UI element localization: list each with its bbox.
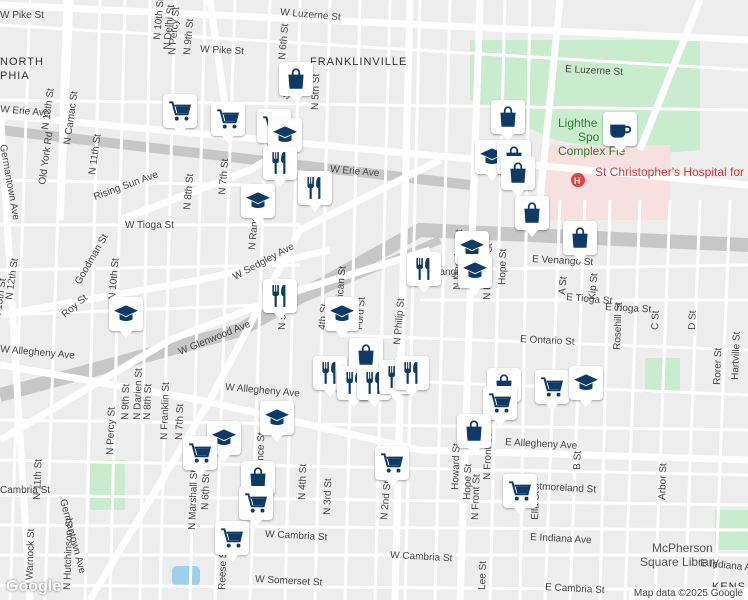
school-icon (462, 258, 488, 284)
shopping-cart-icon (219, 525, 245, 551)
restaurant-icon (267, 283, 293, 309)
school-icon (329, 301, 355, 327)
map-marker-shopping-bag[interactable] (279, 62, 313, 103)
shopping-bag-icon (519, 200, 545, 226)
school-icon (113, 301, 139, 327)
school-icon (272, 122, 298, 148)
street-label: Hartville St (730, 331, 743, 380)
map-marker-restaurant[interactable] (298, 171, 332, 212)
map-marker-restaurant[interactable] (407, 252, 441, 293)
street-label: Rosehill St (612, 302, 625, 350)
street-label: N 4th St (297, 463, 309, 500)
map-marker-coffee[interactable] (603, 112, 637, 153)
water (172, 566, 200, 586)
street-label: C St (650, 310, 662, 330)
street-label: Cambria St (0, 485, 50, 496)
street-label: B St (572, 451, 584, 470)
restaurant-icon (302, 175, 328, 201)
map-marker-school[interactable] (109, 297, 143, 338)
map-marker-restaurant[interactable] (263, 146, 297, 187)
map-marker-school[interactable] (241, 184, 275, 225)
map-marker-shopping-bag[interactable] (501, 156, 535, 197)
map-marker-restaurant[interactable] (263, 279, 297, 320)
shopping-bag-icon (283, 66, 309, 92)
shopping-bag-icon (505, 160, 531, 186)
street-label: N 9th St (120, 383, 132, 420)
map-marker-school[interactable] (458, 254, 492, 295)
street-label: Howard St (450, 443, 463, 490)
map-marker-restaurant[interactable] (395, 356, 429, 397)
poi-label: Spo (578, 130, 600, 144)
street-label: N Front St (470, 474, 483, 520)
street-label: W Pike St (200, 44, 245, 57)
area-label: NORTH (0, 56, 44, 68)
shopping-cart-icon (507, 478, 533, 504)
map-marker-shopping-bag[interactable] (457, 414, 491, 455)
map-marker-shopping-cart[interactable] (239, 486, 273, 527)
map-attribution[interactable]: Map data ©2025 Google (628, 587, 748, 600)
street-label: N Franklin St (159, 382, 172, 440)
park (90, 460, 125, 510)
street-label: W Tioga St (125, 220, 174, 231)
school-icon (573, 370, 599, 396)
street-label: Rorer St (712, 347, 724, 385)
shopping-cart-icon (539, 374, 565, 400)
street-label: N Percy St (105, 407, 118, 455)
map-marker-shopping-bag[interactable] (491, 100, 525, 141)
map-marker-shopping-cart[interactable] (163, 94, 197, 135)
hospital-label: St Christopher's Hospital for Children (595, 165, 748, 179)
map-marker-shopping-cart[interactable] (215, 521, 249, 562)
restaurant-icon (267, 150, 293, 176)
shopping-bag-icon (567, 225, 593, 251)
shopping-bag-icon (461, 418, 487, 444)
shopping-cart-icon (167, 98, 193, 124)
street-label: Hope St (497, 248, 509, 285)
map-marker-shopping-cart[interactable] (211, 102, 245, 143)
street-label: D St (687, 310, 699, 330)
map-marker-shopping-cart[interactable] (535, 370, 569, 411)
shopping-cart-icon (215, 106, 241, 132)
shopping-cart-icon (379, 450, 405, 476)
area-label: PHIA (0, 70, 30, 82)
google-logo: Google (6, 578, 62, 595)
street-label: N Marshall St (187, 470, 200, 531)
street-label: N 7th St (174, 403, 186, 440)
school-icon (245, 188, 271, 214)
street-label: Lee St (477, 561, 489, 590)
school-icon (264, 405, 290, 431)
shopping-cart-icon (187, 440, 213, 466)
restaurant-icon (399, 360, 425, 386)
svg-text:H: H (574, 176, 581, 186)
poi-label: McPherson (652, 541, 713, 555)
area-label: FRANKLINVILLE (310, 56, 407, 68)
street-label: N 6th St (200, 473, 212, 510)
coffee-icon (607, 116, 633, 142)
shopping-cart-icon (243, 490, 269, 516)
shopping-cart-icon (487, 390, 513, 416)
map-marker-school[interactable] (569, 366, 603, 407)
street-label: W Pike St (0, 10, 44, 21)
restaurant-icon (411, 256, 437, 282)
map-marker-shopping-bag[interactable] (515, 196, 549, 237)
shopping-bag-icon (495, 104, 521, 130)
map-marker-school[interactable] (260, 401, 294, 442)
map-marker-shopping-cart[interactable] (183, 436, 217, 477)
map-marker-school[interactable] (325, 297, 359, 338)
shopping-bag-icon (353, 342, 379, 368)
poi-label: Lighthe (558, 116, 598, 130)
street-label: N 3rd St (322, 478, 334, 515)
map-marker-shopping-cart[interactable] (375, 446, 409, 487)
street-label: N 8th St (142, 383, 154, 420)
map-marker-shopping-cart[interactable] (503, 474, 537, 515)
street-label: Arbor St (657, 463, 669, 500)
map-marker-shopping-bag[interactable] (563, 221, 597, 262)
